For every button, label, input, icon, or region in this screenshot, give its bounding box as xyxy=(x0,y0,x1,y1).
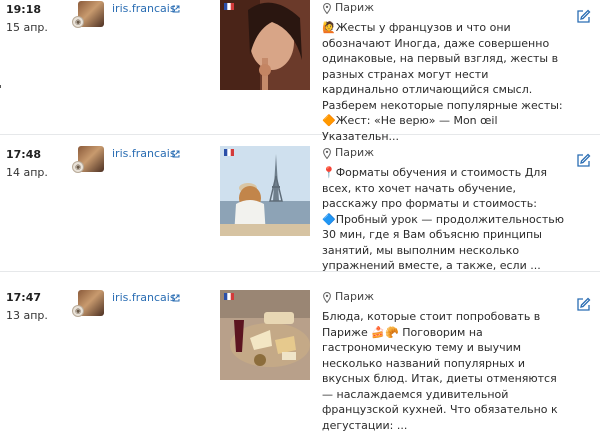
post-row: 17:48 14 апр. ◉ iris.francais Париж 📍Фор… xyxy=(0,135,600,272)
map-pin-icon xyxy=(323,3,331,14)
post-row: 17:47 13 апр. ◉ iris.francais Париж Блюд… xyxy=(0,272,600,432)
scroll-mark xyxy=(0,85,1,88)
account-link[interactable]: iris.francais xyxy=(112,147,176,160)
post-location: Париж xyxy=(335,1,375,14)
french-flag-icon xyxy=(224,149,234,156)
post-row: 19:18 15 апр. ◉ iris.francais Париж 🙋Жес… xyxy=(0,0,600,143)
post-time: 17:47 xyxy=(6,291,42,304)
account-link[interactable]: iris.francais xyxy=(112,2,176,15)
post-text: Блюда, которые стоит попробовать в Париж… xyxy=(322,310,558,432)
post-location: Париж xyxy=(335,290,375,303)
post-thumbnail[interactable] xyxy=(220,290,310,380)
post-thumbnail[interactable] xyxy=(220,146,310,236)
map-pin-icon xyxy=(323,148,331,159)
edit-icon[interactable] xyxy=(576,153,591,168)
post-text: 📍Форматы обучения и стоимость Для всех, … xyxy=(322,166,564,272)
external-link-icon[interactable] xyxy=(172,5,180,13)
post-time: 17:48 xyxy=(6,148,42,161)
post-thumbnail[interactable] xyxy=(220,0,310,90)
french-flag-icon xyxy=(224,3,234,10)
edit-icon[interactable] xyxy=(576,297,591,312)
post-time: 19:18 xyxy=(6,3,42,16)
external-link-icon[interactable] xyxy=(172,150,180,158)
post-date: 14 апр. xyxy=(6,166,48,179)
external-link-icon[interactable] xyxy=(172,294,180,302)
avatar-badge-icon: ◉ xyxy=(72,161,84,173)
edit-icon[interactable] xyxy=(576,9,591,24)
french-flag-icon xyxy=(224,293,234,300)
thumbnail-image xyxy=(220,290,310,380)
avatar-badge-icon: ◉ xyxy=(72,16,84,28)
post-date: 15 апр. xyxy=(6,21,48,34)
thumbnail-image xyxy=(220,0,310,90)
post-text: 🙋Жесты у французов и что они обозначают … xyxy=(322,21,563,143)
post-location: Париж xyxy=(335,146,375,159)
post-date: 13 апр. xyxy=(6,309,48,322)
account-link[interactable]: iris.francais xyxy=(112,291,176,304)
thumbnail-image xyxy=(220,146,310,236)
map-pin-icon xyxy=(323,292,331,303)
avatar-badge-icon: ◉ xyxy=(72,305,84,317)
